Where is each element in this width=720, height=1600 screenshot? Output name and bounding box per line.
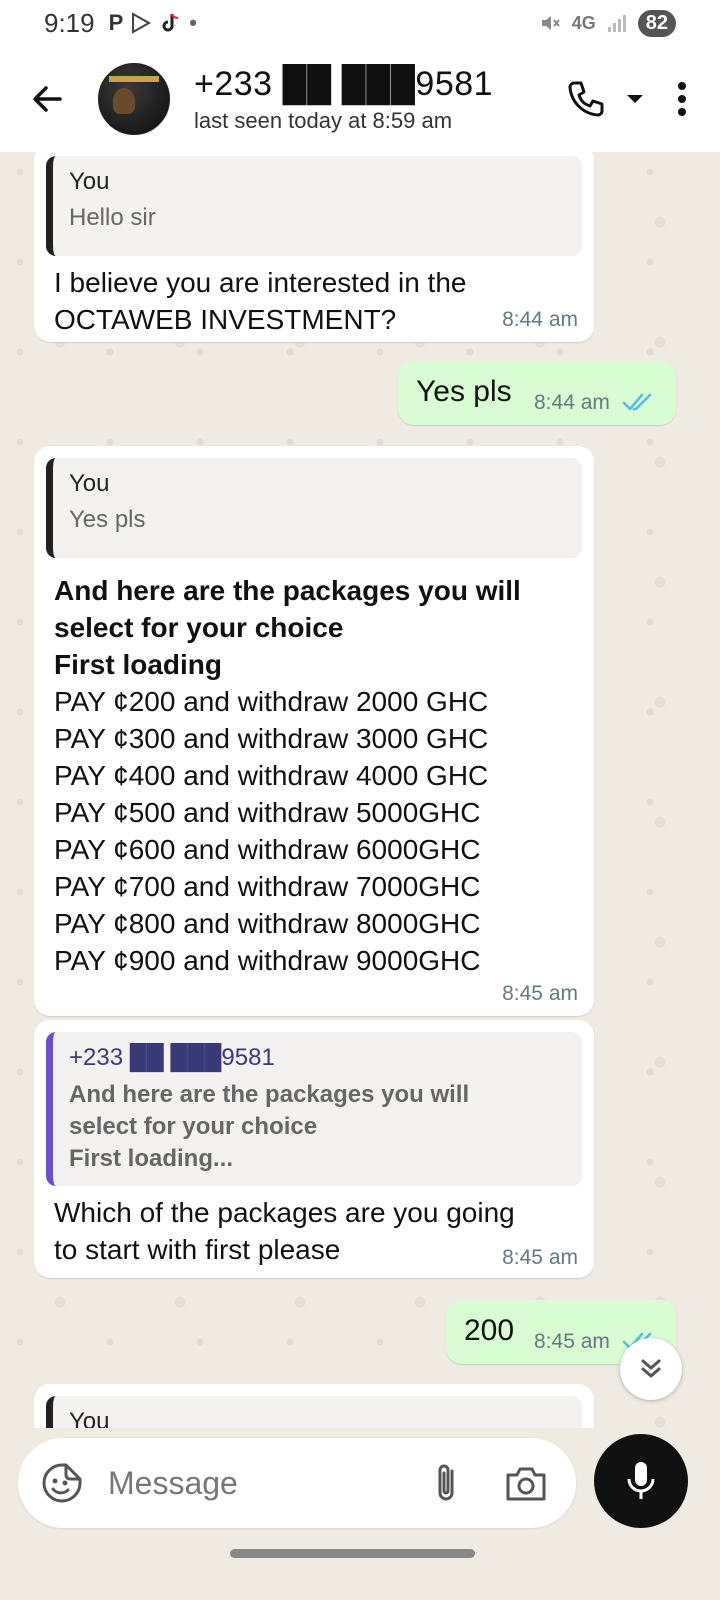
quote-text: And here are the packages you will selec… (69, 1078, 566, 1175)
double-chevron-down-icon (641, 1359, 661, 1378)
message-bubble-incoming[interactable]: +233 ██ ███9581 And here are the package… (34, 1020, 594, 1278)
dot-icon: • (189, 10, 197, 35)
message-composer (18, 1438, 576, 1528)
package-line: PAY ¢200 and withdraw 2000 GHC (54, 686, 489, 717)
package-line: PAY ¢900 and withdraw 9000GHC (54, 945, 481, 976)
quote-text: Hello sir (69, 204, 156, 231)
signal-icon (607, 15, 626, 32)
voice-call-icon[interactable] (564, 77, 608, 121)
back-arrow-icon[interactable] (20, 71, 76, 127)
voice-message-button[interactable] (594, 1434, 688, 1528)
more-options-icon[interactable] (672, 79, 692, 119)
quoted-message[interactable]: You Hello sir (46, 156, 582, 256)
home-gesture-pill[interactable] (230, 1549, 475, 1558)
quoted-message[interactable]: You Yes pls (46, 458, 582, 558)
package-line: PAY ¢300 and withdraw 3000 GHC (54, 723, 489, 754)
quote-author: You (69, 1408, 110, 1428)
microphone-icon (627, 1462, 655, 1499)
p-app-icon: P (108, 10, 124, 35)
quote-line: First loading... (69, 1145, 234, 1172)
status-time: 9:19 (44, 7, 95, 38)
play-store-icon (132, 12, 152, 34)
status-app-icons: P • (109, 10, 197, 36)
chat-header: +233 ██ ███9581 last seen today at 8:59 … (0, 46, 720, 152)
message-text: 200 (464, 1314, 515, 1347)
quoted-message[interactable]: You (46, 1396, 582, 1428)
message-line: I believe you are interested in the (54, 267, 467, 298)
status-right: 4G 82 (538, 9, 676, 37)
sticker-emoji-icon[interactable] (40, 1461, 84, 1505)
quoted-message[interactable]: +233 ██ ███9581 And here are the package… (46, 1032, 582, 1186)
chat-messages[interactable]: You Hello sir I believe you are interest… (0, 152, 720, 1428)
tiktok-icon (162, 13, 179, 32)
message-bubble-outgoing[interactable]: Yes pls 8:44 am (398, 361, 676, 425)
call-dropdown-icon[interactable] (620, 84, 650, 114)
package-line: PAY ¢800 and withdraw 8000GHC (54, 908, 481, 939)
status-bar: 9:19 P • 4G 82 (0, 0, 720, 46)
message-time: 8:44 am (502, 308, 578, 331)
message-bubble-incoming[interactable]: You (34, 1384, 594, 1428)
message-line: Which of the packages are you going (54, 1197, 515, 1228)
message-line-bold: First loading (54, 649, 222, 680)
system-navigation-bar (0, 1538, 720, 1600)
message-bubble-incoming[interactable]: You Hello sir I believe you are interest… (34, 152, 594, 342)
contact-avatar[interactable] (98, 63, 170, 135)
last-seen-status: last seen today at 8:59 am (194, 107, 453, 133)
read-receipt-icon (622, 393, 652, 411)
camera-icon[interactable] (504, 1463, 548, 1503)
network-label: 4G (571, 12, 596, 33)
contact-info[interactable]: +233 ██ ███9581 last seen today at 8:59 … (194, 65, 493, 134)
message-time: 8:44 am (534, 391, 610, 414)
message-time: 8:45 am (502, 982, 578, 1005)
package-line: PAY ¢400 and withdraw 4000 GHC (54, 760, 489, 791)
message-bubble-incoming[interactable]: You Yes pls And here are the packages yo… (34, 446, 594, 1016)
package-line: PAY ¢700 and withdraw 7000GHC (54, 871, 481, 902)
message-text: Yes pls (416, 375, 512, 408)
package-line: PAY ¢600 and withdraw 6000GHC (54, 834, 481, 865)
message-time: 8:45 am (502, 1246, 578, 1269)
header-actions (564, 77, 692, 121)
package-line: PAY ¢500 and withdraw 5000GHC (54, 797, 481, 828)
message-line-bold: And here are the packages you will (54, 575, 521, 606)
quote-line: And here are the packages you will (69, 1081, 470, 1108)
message-line: to start with first please (54, 1234, 341, 1265)
attach-paperclip-icon[interactable] (430, 1461, 464, 1505)
message-line-bold: select for your choice (54, 612, 344, 643)
message-input[interactable] (108, 1464, 378, 1502)
mute-icon (541, 16, 560, 30)
scroll-to-bottom-button[interactable] (620, 1338, 682, 1400)
quote-author: You (69, 470, 110, 497)
message-time: 8:45 am (534, 1330, 610, 1353)
contact-name: +233 ██ ███9581 (194, 64, 494, 103)
quote-author: You (69, 168, 110, 195)
quote-text: Yes pls (69, 506, 146, 533)
quote-line: select for your choice (69, 1113, 318, 1140)
message-line: OCTAWEB INVESTMENT? (54, 304, 397, 335)
quote-author: +233 ██ ███9581 (69, 1044, 275, 1071)
battery-icon: 82 (637, 9, 676, 37)
